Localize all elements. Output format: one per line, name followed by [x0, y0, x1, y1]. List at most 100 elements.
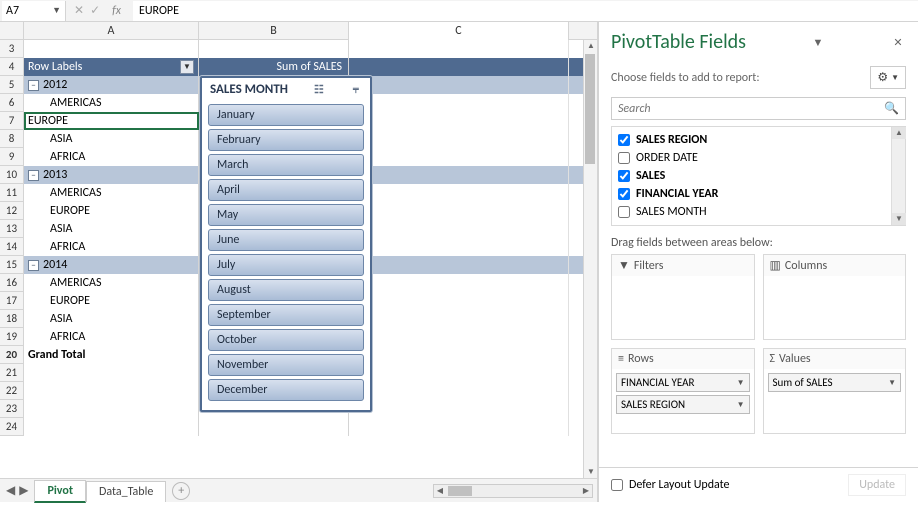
cell[interactable] — [24, 364, 199, 382]
cell[interactable] — [24, 418, 199, 436]
formula-input[interactable] — [133, 1, 918, 21]
cell[interactable] — [349, 166, 569, 184]
tab-nav-prev-icon[interactable]: ◀ — [6, 483, 15, 498]
search-icon[interactable]: 🔍 — [884, 101, 899, 116]
row-header[interactable]: 13 — [0, 220, 24, 238]
cell[interactable]: AMERICAS — [24, 274, 199, 292]
row-header[interactable]: 14 — [0, 238, 24, 256]
scroll-thumb[interactable] — [585, 54, 595, 164]
field-list-settings-button[interactable]: ⚙ ▼ — [870, 66, 906, 89]
cell[interactable]: AMERICAS — [24, 94, 199, 112]
scroll-up-icon[interactable]: ▲ — [584, 40, 598, 52]
cell[interactable]: EUROPE — [24, 112, 199, 130]
area-rows[interactable]: ≡Rows FINANCIAL YEAR▼SALES REGION▼ — [611, 348, 755, 434]
cancel-icon[interactable]: ✕ — [74, 3, 84, 18]
row-header[interactable]: 15 — [0, 256, 24, 274]
row-header[interactable]: 16 — [0, 274, 24, 292]
cell[interactable]: AFRICA — [24, 328, 199, 346]
row-header[interactable]: 6 — [0, 94, 24, 112]
cell[interactable] — [349, 112, 569, 130]
cell[interactable]: EUROPE — [24, 202, 199, 220]
cell[interactable]: EUROPE — [24, 292, 199, 310]
scroll-down-icon[interactable]: ▼ — [584, 466, 598, 478]
slicer-item[interactable]: November — [208, 354, 364, 376]
vertical-scrollbar[interactable]: ▲ ▼ — [583, 40, 597, 478]
column-header-b[interactable]: B — [199, 22, 349, 40]
cell[interactable]: AMERICAS — [24, 184, 199, 202]
cell[interactable]: AFRICA — [24, 148, 199, 166]
field-item[interactable]: ORDER DATE — [612, 149, 905, 167]
cell[interactable] — [349, 418, 569, 436]
cell[interactable] — [349, 40, 569, 58]
field-item[interactable]: SALES MONTH — [612, 203, 905, 221]
cell[interactable] — [199, 418, 349, 436]
pane-options-icon[interactable]: ▼ — [810, 36, 826, 49]
area-field-chip[interactable]: FINANCIAL YEAR▼ — [616, 373, 750, 392]
hscroll-thumb[interactable] — [448, 486, 472, 496]
cell[interactable]: −2013 — [24, 166, 199, 184]
slicer-item[interactable]: February — [208, 129, 364, 151]
slicer-item[interactable]: October — [208, 329, 364, 351]
cell[interactable] — [349, 220, 569, 238]
cell[interactable] — [349, 328, 569, 346]
cell[interactable] — [349, 76, 569, 94]
multi-select-icon[interactable]: ☷ — [311, 83, 327, 96]
area-columns[interactable]: ▥Columns — [763, 254, 907, 340]
row-header[interactable]: 3 — [0, 40, 24, 58]
close-icon[interactable]: ✕ — [890, 36, 906, 49]
area-values[interactable]: ΣValues Sum of SALES▼ — [763, 348, 907, 434]
cell[interactable] — [349, 58, 569, 76]
fx-icon[interactable]: fx — [106, 4, 127, 18]
defer-layout-checkbox[interactable] — [611, 479, 623, 491]
cell[interactable] — [349, 238, 569, 256]
field-list[interactable]: SALES REGIONORDER DATESALESFINANCIAL YEA… — [611, 126, 906, 226]
area-filters[interactable]: ▼Filters — [611, 254, 755, 340]
collapse-icon[interactable]: − — [28, 80, 39, 91]
field-checkbox[interactable] — [618, 188, 630, 200]
field-checkbox[interactable] — [618, 170, 630, 182]
row-header[interactable]: 12 — [0, 202, 24, 220]
slicer-item[interactable]: June — [208, 229, 364, 251]
row-header[interactable]: 22 — [0, 382, 24, 400]
field-search[interactable]: 🔍 — [611, 97, 906, 120]
cell[interactable] — [349, 130, 569, 148]
area-field-chip[interactable]: SALES REGION▼ — [616, 395, 750, 414]
cell[interactable] — [24, 382, 199, 400]
row-header[interactable]: 21 — [0, 364, 24, 382]
scroll-up-icon[interactable]: ▲ — [892, 127, 906, 139]
slicer-item[interactable]: January — [208, 104, 364, 126]
collapse-icon[interactable]: − — [28, 170, 39, 181]
cell[interactable]: ASIA — [24, 310, 199, 328]
scroll-right-icon[interactable]: ▶ — [580, 485, 592, 497]
field-item[interactable]: SALES — [612, 167, 905, 185]
column-header-c[interactable]: C — [349, 22, 569, 40]
tab-data-table[interactable]: Data_Table — [86, 481, 166, 502]
cell[interactable] — [349, 256, 569, 274]
field-item[interactable]: SALES REGION — [612, 131, 905, 149]
cell[interactable] — [349, 148, 569, 166]
tab-pivot[interactable]: Pivot — [34, 480, 86, 503]
cell[interactable]: ASIA — [24, 130, 199, 148]
cell[interactable] — [199, 40, 349, 58]
row-header[interactable]: 18 — [0, 310, 24, 328]
slicer-item[interactable]: September — [208, 304, 364, 326]
collapse-icon[interactable]: − — [28, 260, 39, 271]
row-header[interactable]: 23 — [0, 400, 24, 418]
chevron-down-icon[interactable]: ▼ — [888, 378, 896, 388]
column-header-a[interactable]: A — [24, 22, 199, 40]
slicer-item[interactable]: March — [208, 154, 364, 176]
cell[interactable]: AFRICA — [24, 238, 199, 256]
cell[interactable] — [349, 274, 569, 292]
field-item[interactable]: FINANCIAL YEAR — [612, 185, 905, 203]
field-checkbox[interactable] — [618, 206, 630, 218]
row-header[interactable]: 24 — [0, 418, 24, 436]
row-header[interactable]: 4 — [0, 58, 24, 76]
cell[interactable] — [349, 94, 569, 112]
cell[interactable] — [24, 40, 199, 58]
field-list-scrollbar[interactable]: ▲ ▼ — [891, 127, 905, 225]
area-field-chip[interactable]: Sum of SALES▼ — [768, 373, 902, 392]
cell[interactable] — [24, 400, 199, 418]
clear-filter-icon[interactable]: ⫧ — [350, 83, 362, 97]
row-header[interactable]: 8 — [0, 130, 24, 148]
slicer-item[interactable]: August — [208, 279, 364, 301]
